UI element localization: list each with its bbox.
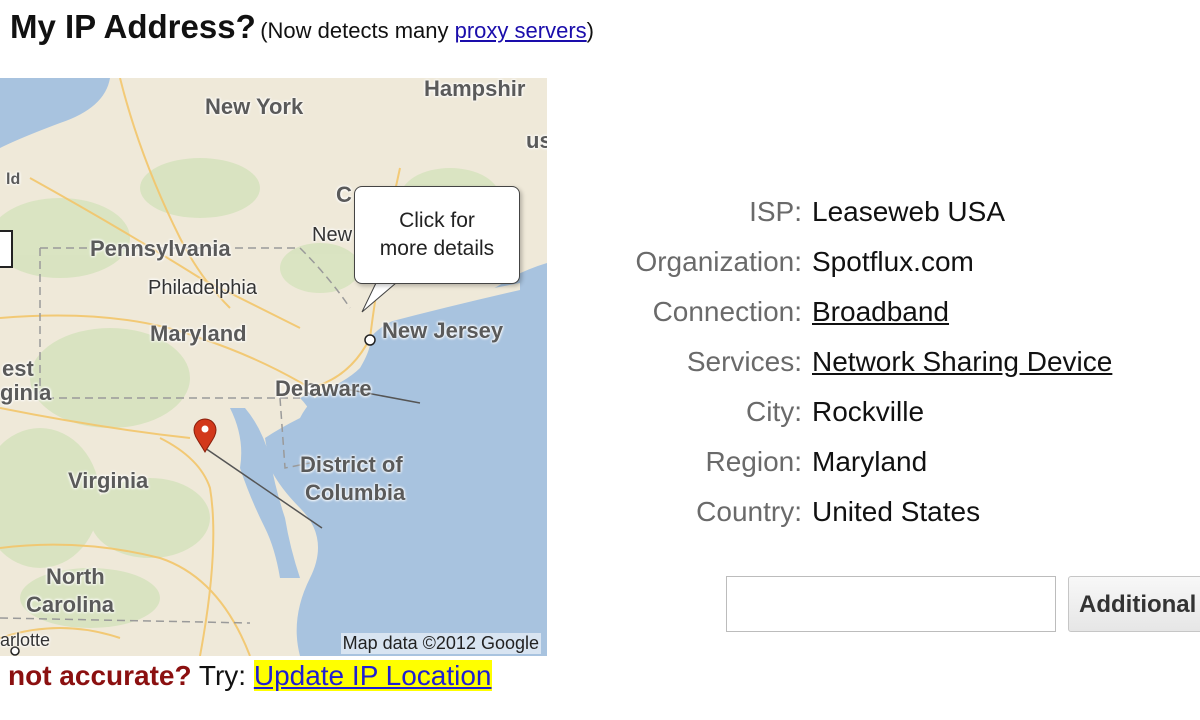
map-label-west-virginia-1: est — [2, 356, 34, 381]
map-label-ld: ld — [6, 171, 21, 188]
map-label-north-carolina-1: North — [46, 564, 105, 589]
info-label-city: City: — [746, 396, 802, 427]
subtitle-close: ) — [586, 18, 594, 43]
page-subtitle: (Now detects many proxy servers) — [260, 18, 594, 43]
info-label-country: Country: — [696, 496, 802, 527]
info-value-services-link[interactable]: Network Sharing Device — [812, 342, 1112, 382]
info-label-isp: ISP: — [749, 196, 802, 227]
info-value-organization: Spotflux.com — [812, 246, 974, 277]
callout-line-2: more details — [379, 237, 495, 260]
ip-lookup-input[interactable] — [726, 576, 1056, 632]
map-label-charlotte: arlotte — [0, 630, 51, 650]
callout-line-1: Click for — [399, 209, 475, 232]
proxy-servers-link[interactable]: proxy servers — [455, 18, 587, 43]
accuracy-try: Try: — [191, 660, 254, 691]
map-label-us: us — [526, 128, 547, 153]
map-callout[interactable]: Click for more details — [354, 186, 520, 284]
accuracy-warning: not accurate? — [8, 660, 192, 691]
map-label-maryland: Maryland — [150, 321, 247, 346]
map-label-c: C — [336, 182, 352, 207]
info-label-organization: Organization: — [635, 246, 802, 277]
location-map[interactable]: Hampshir New York us ld C New York Penns… — [0, 78, 547, 656]
accuracy-prompt: not accurate? Try: Update IP Location — [8, 660, 492, 692]
page-title: My IP Address? — [10, 8, 256, 45]
update-ip-location-link[interactable]: Update IP Location — [253, 660, 492, 691]
info-value-region: Maryland — [812, 446, 928, 477]
map-zoom-control[interactable] — [0, 230, 13, 268]
map-label-pennsylvania: Pennsylvania — [90, 236, 231, 261]
map-label-philadelphia: Philadelphia — [148, 277, 257, 299]
info-value-city: Rockville — [812, 396, 925, 427]
info-value-country: United States — [812, 496, 981, 527]
map-label-west-virginia-2: ginia — [0, 380, 52, 405]
info-label-region: Region: — [705, 446, 802, 477]
map-label-hampshire: Hampshir — [424, 78, 526, 101]
map-label-new-york-state: New York — [205, 94, 304, 119]
map-label-dc-2: Columbia — [305, 480, 406, 505]
page-header: My IP Address? (Now detects many proxy s… — [10, 8, 594, 46]
additional-button[interactable]: Additional — [1068, 576, 1200, 632]
map-label-north-carolina-2: Carolina — [26, 592, 115, 617]
map-label-delaware: Delaware — [275, 376, 372, 401]
map-label-dc-1: District of — [300, 452, 403, 477]
subtitle-text: (Now detects many — [260, 18, 455, 43]
map-label-new-jersey: New Jersey — [382, 318, 504, 343]
map-label-virginia: Virginia — [68, 468, 149, 493]
map-attribution: Map data ©2012 Google — [340, 633, 541, 654]
info-label-services: Services: — [686, 346, 802, 377]
info-value-isp: Leaseweb USA — [812, 196, 1006, 227]
info-label-connection: Connection: — [652, 296, 802, 327]
info-value-connection-link[interactable]: Broadband — [812, 292, 949, 332]
